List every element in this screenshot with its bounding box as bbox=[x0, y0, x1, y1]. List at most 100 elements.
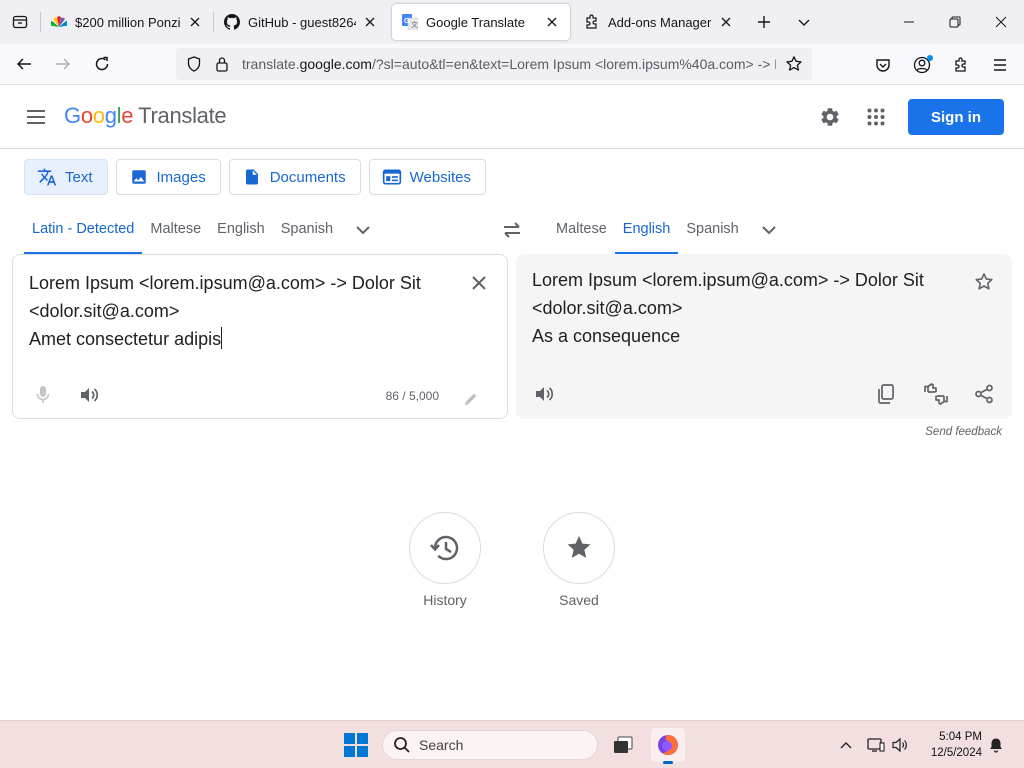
google-wordmark-letter: g bbox=[104, 103, 117, 128]
save-translation-star-icon[interactable] bbox=[970, 268, 998, 296]
app-menu-hamburger-icon[interactable] bbox=[982, 49, 1018, 81]
target-lang-spanish-tab[interactable]: Spanish bbox=[678, 206, 746, 254]
microphone-icon[interactable] bbox=[29, 381, 57, 409]
listen-translation-speaker-icon[interactable] bbox=[530, 380, 558, 408]
url-domain: google.com bbox=[299, 56, 372, 72]
source-lang-english-tab[interactable]: English bbox=[209, 206, 273, 254]
browser-navigation-bar: translate.google.com/?sl=auto&tl=en&text… bbox=[0, 44, 1024, 85]
close-tab-icon[interactable] bbox=[362, 14, 378, 30]
clock-date: 12/5/2024 bbox=[930, 747, 982, 759]
rate-translation-icon[interactable] bbox=[920, 380, 952, 408]
mode-images-label: Images bbox=[156, 168, 206, 186]
text-caret bbox=[221, 327, 223, 349]
lock-icon[interactable] bbox=[208, 48, 236, 80]
saved-button[interactable] bbox=[543, 512, 615, 584]
show-hidden-icons-chevron-icon[interactable] bbox=[836, 735, 856, 755]
url-path: /?sl=auto&tl=en&text=Lorem Ipsum <lorem.… bbox=[371, 56, 776, 72]
toolbar-right bbox=[862, 44, 1024, 85]
tab-title: Add-ons Manager bbox=[608, 14, 712, 30]
network-icon[interactable] bbox=[866, 735, 886, 755]
list-all-tabs-icon[interactable] bbox=[0, 0, 40, 44]
windows-start-icon[interactable] bbox=[344, 733, 368, 757]
minimize-window-icon[interactable] bbox=[886, 0, 932, 44]
google-translate-logo[interactable]: Google Translate bbox=[64, 103, 227, 129]
github-icon bbox=[224, 14, 240, 30]
browser-tab-ponzi[interactable]: $200 million Ponzi sche bbox=[41, 4, 213, 40]
close-tab-icon[interactable] bbox=[187, 14, 203, 30]
close-window-icon[interactable] bbox=[978, 0, 1024, 44]
mode-websites-button[interactable]: Websites bbox=[368, 159, 487, 195]
source-lang-maltese-tab[interactable]: Maltese bbox=[142, 206, 209, 254]
history-button[interactable] bbox=[409, 512, 481, 584]
svg-text:文: 文 bbox=[411, 20, 418, 29]
search-icon bbox=[394, 737, 410, 753]
address-bar[interactable]: translate.google.com/?sl=auto&tl=en&text… bbox=[176, 48, 812, 80]
copy-translation-icon[interactable] bbox=[872, 380, 900, 408]
puzzle-piece-icon bbox=[584, 14, 600, 30]
url-text[interactable]: translate.google.com/?sl=auto&tl=en&text… bbox=[236, 56, 776, 72]
mode-text-button[interactable]: Text bbox=[24, 159, 108, 195]
document-icon bbox=[242, 167, 262, 187]
mode-text-label: Text bbox=[65, 168, 93, 186]
translate-icon bbox=[37, 167, 57, 187]
back-arrow-icon[interactable] bbox=[6, 48, 42, 80]
browser-tab-github[interactable]: GitHub - guest82644/s bbox=[214, 4, 388, 40]
url-prefix: translate. bbox=[242, 56, 300, 72]
source-lang-detected-tab[interactable]: Latin - Detected bbox=[24, 206, 143, 254]
new-tab-icon[interactable] bbox=[744, 0, 784, 44]
task-view-icon[interactable] bbox=[606, 728, 640, 762]
share-translation-icon[interactable] bbox=[970, 380, 998, 408]
listen-source-speaker-icon[interactable] bbox=[75, 381, 103, 409]
reload-icon[interactable] bbox=[84, 48, 120, 80]
more-target-languages-chevron-icon[interactable] bbox=[747, 206, 791, 254]
account-avatar-icon[interactable] bbox=[904, 49, 940, 81]
firefox-taskbar-icon[interactable] bbox=[651, 728, 685, 764]
image-icon bbox=[129, 167, 149, 187]
extensions-puzzle-icon[interactable] bbox=[943, 49, 979, 81]
sign-in-button[interactable]: Sign in bbox=[908, 99, 1004, 135]
clear-source-text-icon[interactable] bbox=[465, 269, 493, 297]
source-text-panel: Lorem Ipsum <lorem.ipsum@a.com> -> Dolor… bbox=[12, 254, 508, 419]
tab-title: Google Translate bbox=[426, 14, 526, 30]
handwriting-pencil-icon[interactable] bbox=[459, 387, 483, 411]
restore-window-icon[interactable] bbox=[932, 0, 978, 44]
taskbar-search-box[interactable]: Search bbox=[382, 730, 598, 760]
target-lang-english-tab[interactable]: English bbox=[614, 206, 679, 254]
source-text-input[interactable]: Lorem Ipsum <lorem.ipsum@a.com> -> Dolor… bbox=[29, 269, 459, 353]
browser-tab-addons[interactable]: Add-ons Manager bbox=[574, 4, 744, 40]
system-clock[interactable]: 5:04 PM 12/5/2024 bbox=[912, 729, 982, 761]
more-source-languages-chevron-icon[interactable] bbox=[341, 206, 385, 254]
notifications-bell-icon[interactable] bbox=[986, 735, 1006, 755]
bookmark-star-icon[interactable] bbox=[780, 48, 808, 80]
close-tab-icon[interactable] bbox=[718, 14, 734, 30]
mode-documents-label: Documents bbox=[269, 168, 346, 186]
swap-languages-icon[interactable] bbox=[494, 214, 530, 246]
settings-gear-icon[interactable] bbox=[814, 101, 846, 133]
pocket-icon[interactable] bbox=[865, 49, 901, 81]
translation-mode-selector: Text Images Documents Websites bbox=[24, 159, 487, 195]
saved-star-icon bbox=[567, 536, 591, 558]
mode-documents-button[interactable]: Documents bbox=[228, 159, 361, 195]
character-count: 86 / 5,000 bbox=[385, 389, 439, 403]
browser-tab-strip: $200 million Ponzi sche GitHub - guest82… bbox=[0, 0, 1024, 44]
taskbar-search-label: Search bbox=[419, 737, 464, 753]
chevron-down-icon[interactable] bbox=[784, 0, 824, 44]
target-lang-maltese-tab[interactable]: Maltese bbox=[548, 206, 615, 254]
volume-speaker-icon[interactable] bbox=[890, 735, 910, 755]
tracking-protection-shield-icon[interactable] bbox=[180, 48, 208, 80]
source-lang-spanish-tab[interactable]: Spanish bbox=[273, 206, 341, 254]
svg-text:G: G bbox=[404, 18, 410, 25]
saved-label[interactable]: Saved bbox=[529, 592, 629, 608]
send-feedback-link[interactable]: Send feedback bbox=[880, 426, 1002, 438]
mode-images-button[interactable]: Images bbox=[115, 159, 221, 195]
browser-tab-google-translate[interactable]: G文 Google Translate bbox=[392, 4, 570, 40]
forward-arrow-icon[interactable] bbox=[45, 48, 81, 80]
main-menu-icon[interactable] bbox=[20, 101, 52, 133]
active-app-indicator bbox=[663, 761, 673, 764]
close-tab-icon[interactable] bbox=[544, 14, 560, 30]
google-wordmark: Google bbox=[64, 103, 133, 128]
translated-text: Lorem Ipsum <lorem.ipsum@a.com> -> Dolor… bbox=[532, 270, 924, 346]
history-label[interactable]: History bbox=[395, 592, 495, 608]
google-wordmark-letter: G bbox=[64, 103, 81, 128]
google-apps-grid-icon[interactable] bbox=[860, 101, 892, 133]
